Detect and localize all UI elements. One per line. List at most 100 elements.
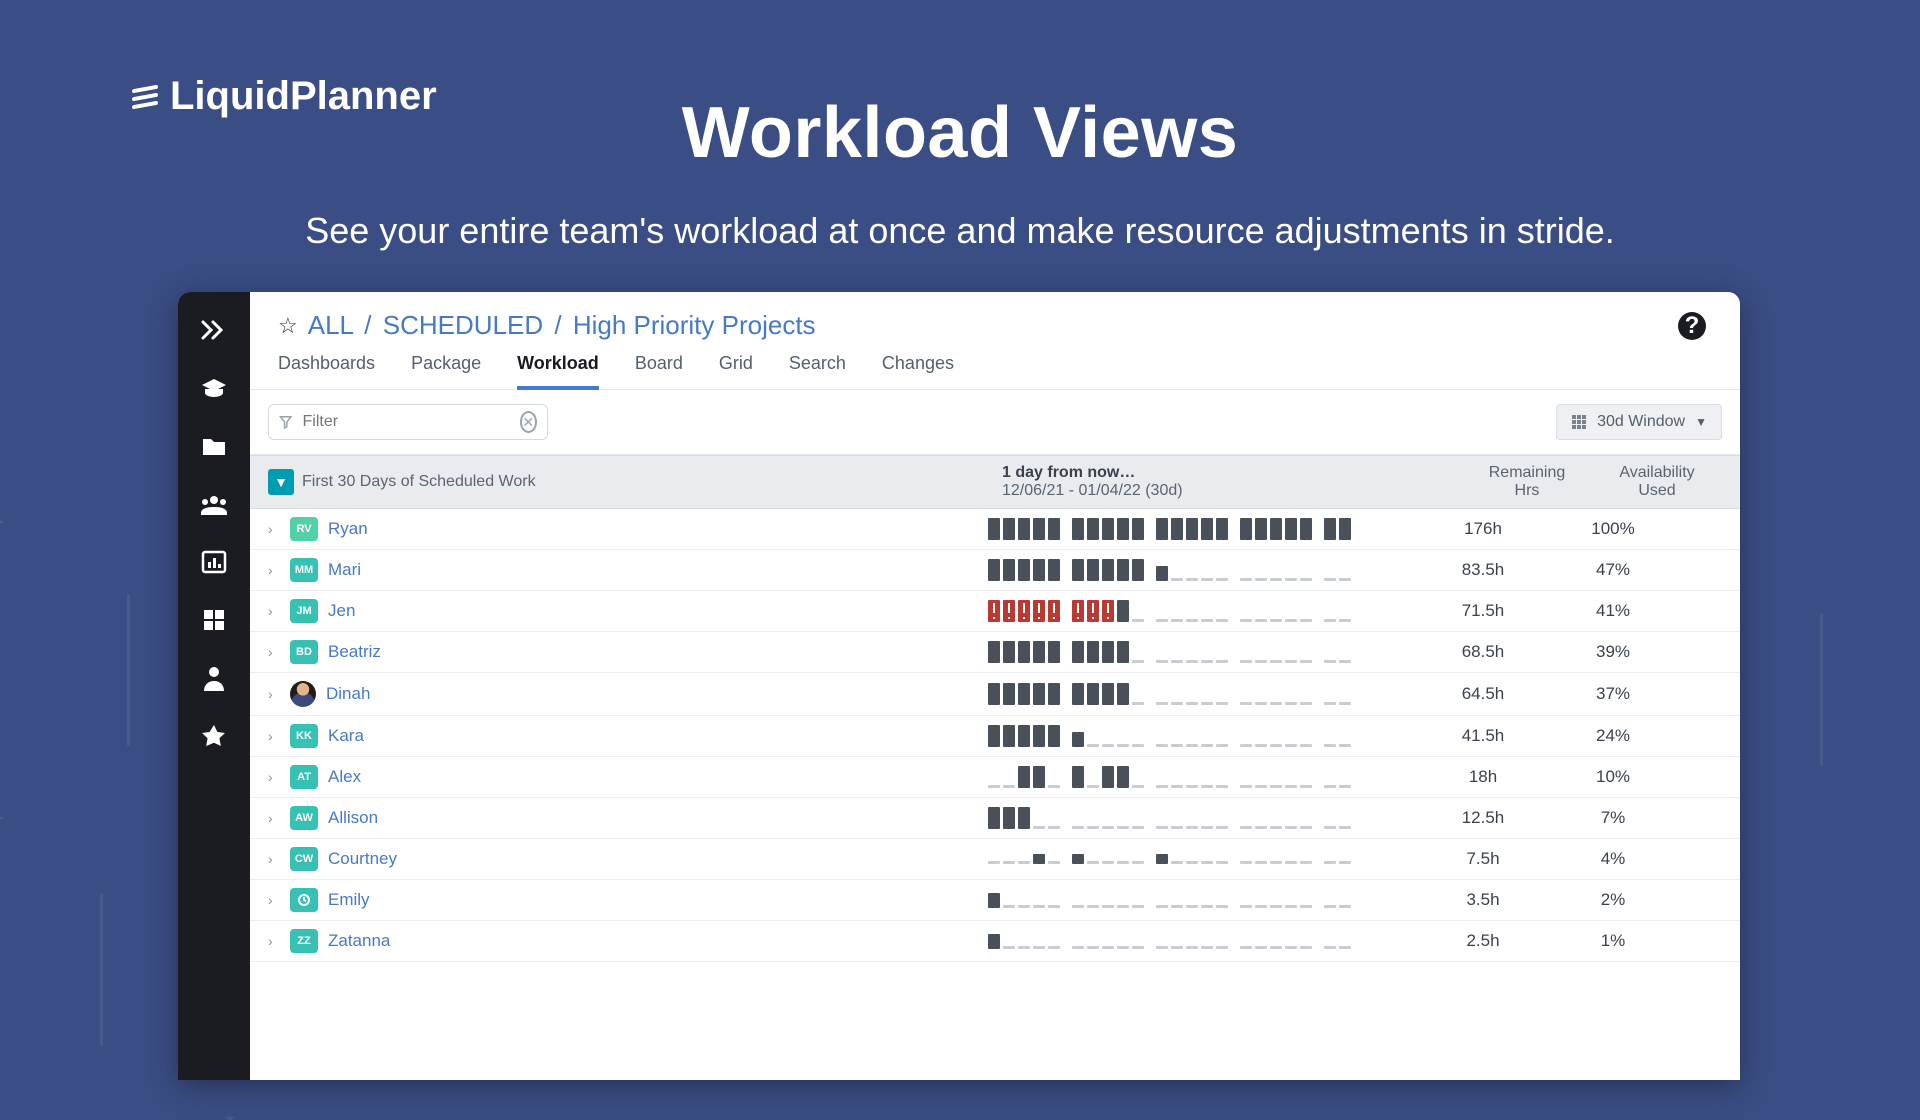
- availability-used: 100%: [1548, 519, 1678, 539]
- tab-dashboards[interactable]: Dashboards: [278, 353, 375, 389]
- availability-used: 2%: [1548, 890, 1678, 910]
- workload-sparkline: [988, 854, 1418, 864]
- expand-row-icon[interactable]: ›: [268, 603, 286, 619]
- avatar: AW: [290, 806, 318, 830]
- person-link[interactable]: Dinah: [326, 684, 506, 704]
- people-icon[interactable]: [199, 490, 229, 518]
- person-link[interactable]: Kara: [328, 726, 508, 746]
- remaining-hours: 2.5h: [1418, 931, 1548, 951]
- tab-grid[interactable]: Grid: [719, 353, 753, 389]
- person-link[interactable]: Jen: [328, 601, 508, 621]
- breadcrumb-project[interactable]: High Priority Projects: [573, 310, 816, 340]
- remaining-hours: 41.5h: [1418, 726, 1548, 746]
- person-link[interactable]: Mari: [328, 560, 508, 580]
- remaining-hours: 7.5h: [1418, 849, 1548, 869]
- star-icon[interactable]: [199, 722, 229, 750]
- page-title: Workload Views: [0, 92, 1920, 174]
- person-link[interactable]: Ryan: [328, 519, 508, 539]
- availability-used: 10%: [1548, 767, 1678, 787]
- academy-icon[interactable]: [199, 374, 229, 402]
- filter-input-wrap[interactable]: ✕: [268, 404, 548, 440]
- view-tabs: Dashboards Package Workload Board Grid Search…: [250, 341, 1740, 390]
- expand-row-icon[interactable]: ›: [268, 810, 286, 826]
- header-range-text: 12/06/21 - 01/04/22 (30d): [1002, 482, 1183, 500]
- help-icon[interactable]: ?: [1678, 312, 1706, 340]
- chevron-down-icon: ▼: [1695, 415, 1707, 429]
- table-row: ›ZZZatanna2.5h1%: [250, 921, 1740, 962]
- breadcrumb-bar: ☆ ALL / SCHEDULED / High Priority Projec…: [250, 292, 1740, 341]
- remaining-hours: 12.5h: [1418, 808, 1548, 828]
- table-row: › Emily 3.5h2%: [250, 880, 1740, 921]
- person-link[interactable]: Zatanna: [328, 931, 508, 951]
- workload-sparkline: [988, 641, 1418, 663]
- table-row: ›Dinah64.5h37%: [250, 673, 1740, 716]
- header-daterange: 1 day from now… 12/06/21 - 01/04/22 (30d…: [1002, 464, 1183, 500]
- availability-used: 39%: [1548, 642, 1678, 662]
- tab-search[interactable]: Search: [789, 353, 846, 389]
- expand-row-icon[interactable]: ›: [268, 562, 286, 578]
- expand-row-icon[interactable]: ›: [268, 521, 286, 537]
- workload-sparkline: [988, 559, 1418, 581]
- expand-row-icon[interactable]: ›: [268, 644, 286, 660]
- avatar: JM: [290, 599, 318, 623]
- tab-package[interactable]: Package: [411, 353, 481, 389]
- remaining-hours: 18h: [1418, 767, 1548, 787]
- tab-workload[interactable]: Workload: [517, 353, 599, 390]
- clear-filter-icon[interactable]: ✕: [520, 411, 538, 433]
- person-link[interactable]: Courtney: [328, 849, 508, 869]
- expand-row-icon[interactable]: ›: [268, 728, 286, 744]
- workload-sparkline: [988, 518, 1418, 540]
- table-row: ›BD Beatriz 68.5h39%: [250, 632, 1740, 673]
- breadcrumb-sep: /: [554, 310, 561, 340]
- breadcrumb-all[interactable]: ALL: [308, 310, 353, 340]
- avatar: KK: [290, 724, 318, 748]
- workload-sparkline: [988, 766, 1418, 788]
- expand-row-icon[interactable]: ›: [268, 769, 286, 785]
- tab-changes[interactable]: Changes: [882, 353, 954, 389]
- avatar: ZZ: [290, 929, 318, 953]
- app-window: ☆ ALL / SCHEDULED / High Priority Projec…: [178, 292, 1740, 1080]
- table-header: ▼ First 30 Days of Scheduled Work 1 day …: [250, 455, 1740, 509]
- filter-input[interactable]: [303, 413, 510, 431]
- expand-row-icon[interactable]: ›: [268, 851, 286, 867]
- breadcrumb-scheduled[interactable]: SCHEDULED: [383, 310, 543, 340]
- main-panel: ☆ ALL / SCHEDULED / High Priority Projec…: [250, 292, 1740, 1080]
- remaining-hours: 3.5h: [1418, 890, 1548, 910]
- workload-sparkline: [988, 934, 1418, 949]
- workload-sparkline: [988, 725, 1418, 747]
- avatar-photo: [290, 681, 316, 707]
- favorite-star-icon[interactable]: ☆: [278, 313, 298, 339]
- workload-sparkline: [988, 683, 1418, 705]
- grid-icon[interactable]: [199, 606, 229, 634]
- workload-rows: ›RVRyan176h100%›MMMari83.5h47%›JMJen71.5…: [250, 509, 1740, 962]
- person-link[interactable]: Alex: [328, 767, 508, 787]
- person-link[interactable]: Emily: [328, 890, 508, 910]
- expand-row-icon[interactable]: ›: [268, 892, 286, 908]
- breadcrumb-sep: /: [364, 310, 371, 340]
- funnel-icon: [279, 413, 293, 431]
- folder-icon[interactable]: [199, 432, 229, 460]
- collapse-all-button[interactable]: ▼: [268, 469, 294, 495]
- person-link[interactable]: Allison: [328, 808, 508, 828]
- tab-board[interactable]: Board: [635, 353, 683, 389]
- table-row: ›AWAllison12.5h7%: [250, 798, 1740, 839]
- expand-row-icon[interactable]: ›: [268, 933, 286, 949]
- remaining-hours: 68.5h: [1418, 642, 1548, 662]
- availability-used: 24%: [1548, 726, 1678, 746]
- table-row: ›ATAlex18h10%: [250, 757, 1740, 798]
- person-icon[interactable]: [199, 664, 229, 692]
- availability-used: 47%: [1548, 560, 1678, 580]
- table-row: ›JMJen71.5h41%: [250, 591, 1740, 632]
- table-row: ›MMMari83.5h47%: [250, 550, 1740, 591]
- person-link[interactable]: Beatriz: [328, 642, 508, 662]
- expand-sidebar-icon[interactable]: [199, 316, 229, 344]
- avatar: BD: [290, 640, 318, 664]
- report-icon[interactable]: [199, 548, 229, 576]
- availability-used: 4%: [1548, 849, 1678, 869]
- window-select[interactable]: 30d Window ▼: [1556, 404, 1722, 440]
- page-subtitle: See your entire team's workload at once …: [0, 210, 1920, 252]
- col-availability-header: Availability Used: [1592, 464, 1722, 500]
- workload-sparkline: [988, 600, 1418, 622]
- expand-row-icon[interactable]: ›: [268, 686, 286, 702]
- workload-sparkline: [988, 893, 1418, 908]
